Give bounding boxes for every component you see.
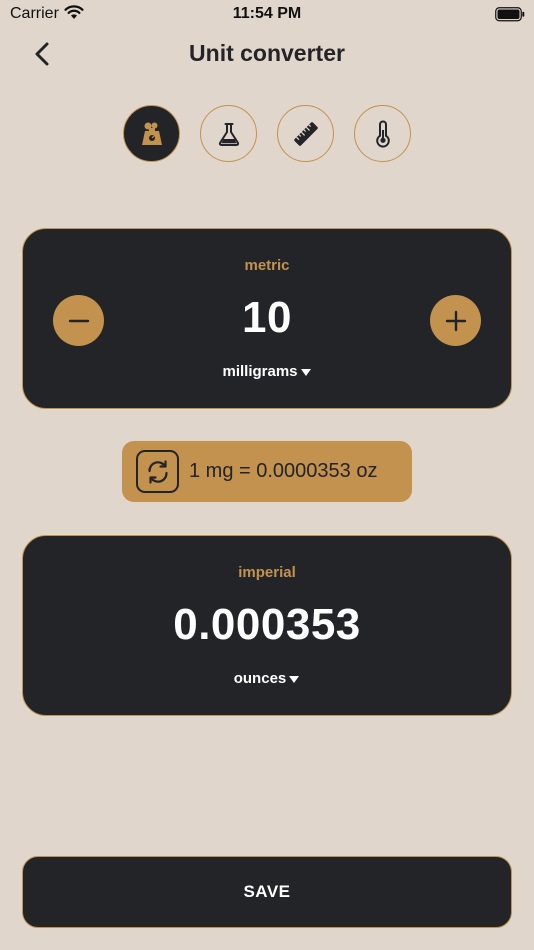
category-weight-button[interactable]	[123, 105, 180, 162]
category-selector	[0, 105, 534, 165]
thermometer-icon	[375, 120, 390, 148]
category-temperature-button[interactable]	[354, 105, 411, 162]
swap-icon	[147, 459, 168, 484]
metric-card: metric 10 milligrams	[22, 228, 512, 409]
imperial-label: imperial	[238, 564, 296, 581]
flask-icon	[218, 122, 239, 146]
metric-unit-label: milligrams	[222, 363, 298, 380]
category-length-button[interactable]	[277, 105, 334, 162]
caret-down-icon	[288, 671, 300, 688]
conversion-rate: 1 mg = 0.0000353 oz	[122, 441, 412, 502]
imperial-unit-dropdown[interactable]: ounces	[23, 670, 511, 688]
swap-units-button[interactable]	[136, 450, 179, 493]
clock: 11:54 PM	[232, 5, 302, 22]
weight-scale-icon	[141, 122, 162, 145]
status-bar: Carrier 11:54 PM	[0, 0, 534, 30]
imperial-value: 0.000353	[173, 600, 361, 649]
battery-icon	[495, 7, 525, 27]
ruler-icon	[293, 121, 318, 146]
category-volume-button[interactable]	[200, 105, 257, 162]
conversion-rate-text: 1 mg = 0.0000353 oz	[189, 460, 378, 482]
save-button[interactable]: SAVE	[22, 856, 512, 928]
imperial-card: imperial 0.000353 ounces	[22, 535, 512, 716]
metric-label: metric	[244, 257, 290, 274]
imperial-unit-label: ounces	[233, 670, 287, 687]
plus-icon	[445, 310, 466, 331]
metric-unit-dropdown[interactable]: milligrams	[23, 363, 511, 381]
increment-button[interactable]	[430, 295, 481, 346]
caret-down-icon	[300, 364, 312, 381]
page-title: Unit converter	[189, 40, 345, 66]
